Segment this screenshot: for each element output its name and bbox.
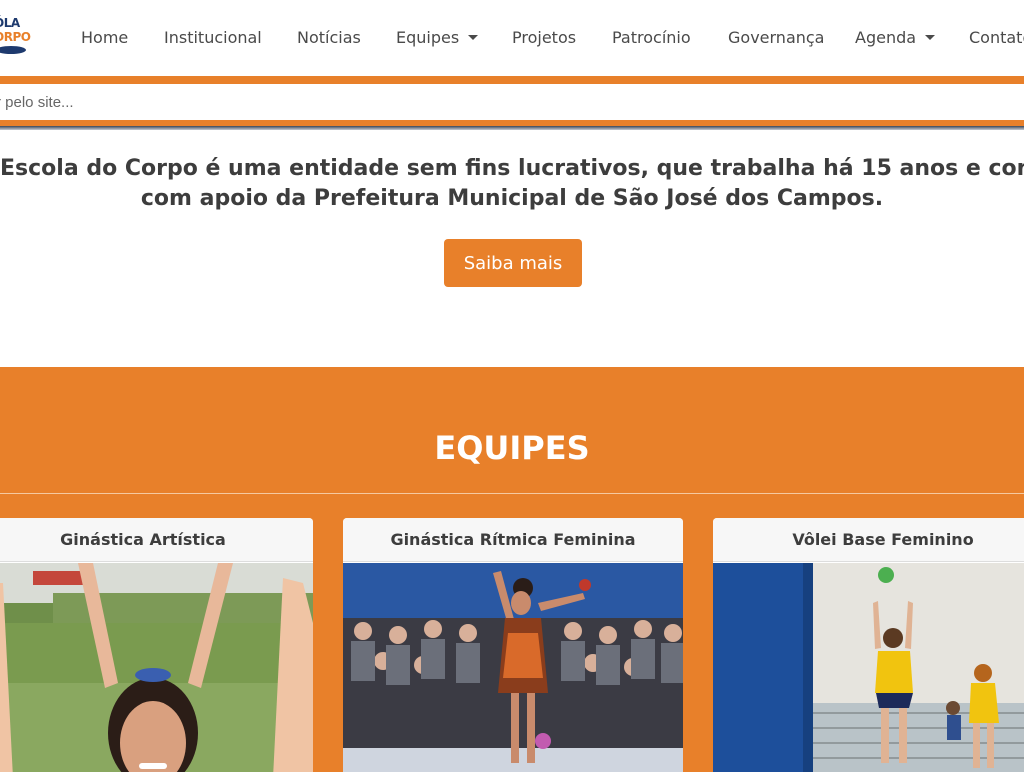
rhythmic-gymnast-photo [343, 563, 683, 772]
logo[interactable]: ÓLA ORPO [0, 12, 34, 58]
nav-item-projetos[interactable]: Projetos [512, 28, 576, 47]
nav-item-governanca[interactable]: Governança [728, 28, 824, 47]
nav-item-noticias[interactable]: Notícias [297, 28, 361, 47]
logo-text-bottom: ORPO [0, 30, 31, 44]
equipes-title: EQUIPES [434, 429, 590, 467]
nav-item-patrocinio[interactable]: Patrocínio [612, 28, 691, 47]
team-card-photo [343, 563, 683, 772]
team-card-ginastica-ritmica[interactable]: Ginástica Rítmica Feminina [343, 518, 683, 772]
team-card-photo [0, 563, 313, 772]
intro-text-line2: com apoio da Prefeitura Municipal de São… [140, 186, 884, 211]
nav-item-institucional[interactable]: Institucional [164, 28, 262, 47]
nav-item-label: Agenda [855, 28, 917, 47]
team-card-title: Ginástica Rítmica Feminina [343, 518, 683, 562]
gymnast-photo [0, 563, 313, 772]
nav-item-contato[interactable]: Contato [969, 28, 1024, 47]
nav-item-label: Governança [728, 28, 825, 47]
search-bar [0, 76, 1024, 130]
search-border-top [0, 76, 1024, 84]
nav-item-agenda[interactable]: Agenda [855, 28, 936, 47]
search-input[interactable] [0, 84, 1024, 120]
saiba-mais-button[interactable]: Saiba mais [444, 239, 582, 287]
nav-item-label: Home [81, 28, 129, 47]
equipes-divider [0, 493, 1024, 494]
volleyball-photo [713, 563, 1024, 772]
nav-item-label: Contato [969, 28, 1024, 47]
team-card-volei[interactable]: Vôlei Base Feminino [713, 518, 1024, 772]
nav-item-label: Notícias [297, 28, 361, 47]
nav-item-label: Equipes [396, 28, 460, 47]
team-card-title: Vôlei Base Feminino [713, 518, 1024, 562]
nav-item-label: Institucional [164, 28, 262, 47]
navbar: ÓLA ORPO Home Institucional Notícias Equ… [0, 0, 1024, 76]
team-card-ginastica-artistica[interactable]: Ginástica Artística [0, 518, 313, 772]
chevron-down-icon [468, 35, 479, 40]
team-card-title: Ginástica Artística [0, 518, 313, 562]
nav-item-equipes[interactable]: Equipes [396, 28, 479, 47]
nav-item-home[interactable]: Home [81, 28, 128, 47]
nav-item-label: Patrocínio [612, 28, 691, 47]
search-shadow [0, 126, 1024, 130]
nav-item-label: Projetos [512, 28, 577, 47]
chevron-down-icon [925, 35, 936, 40]
team-card-photo [713, 563, 1024, 772]
logo-text-top: ÓLA [0, 16, 20, 30]
logo-swoosh-icon [0, 46, 26, 54]
equipes-section: EQUIPES Ginástica Artística Ginástica Rí… [0, 367, 1024, 772]
intro-text-line1: Escola do Corpo é uma entidade sem fins … [0, 156, 1024, 181]
